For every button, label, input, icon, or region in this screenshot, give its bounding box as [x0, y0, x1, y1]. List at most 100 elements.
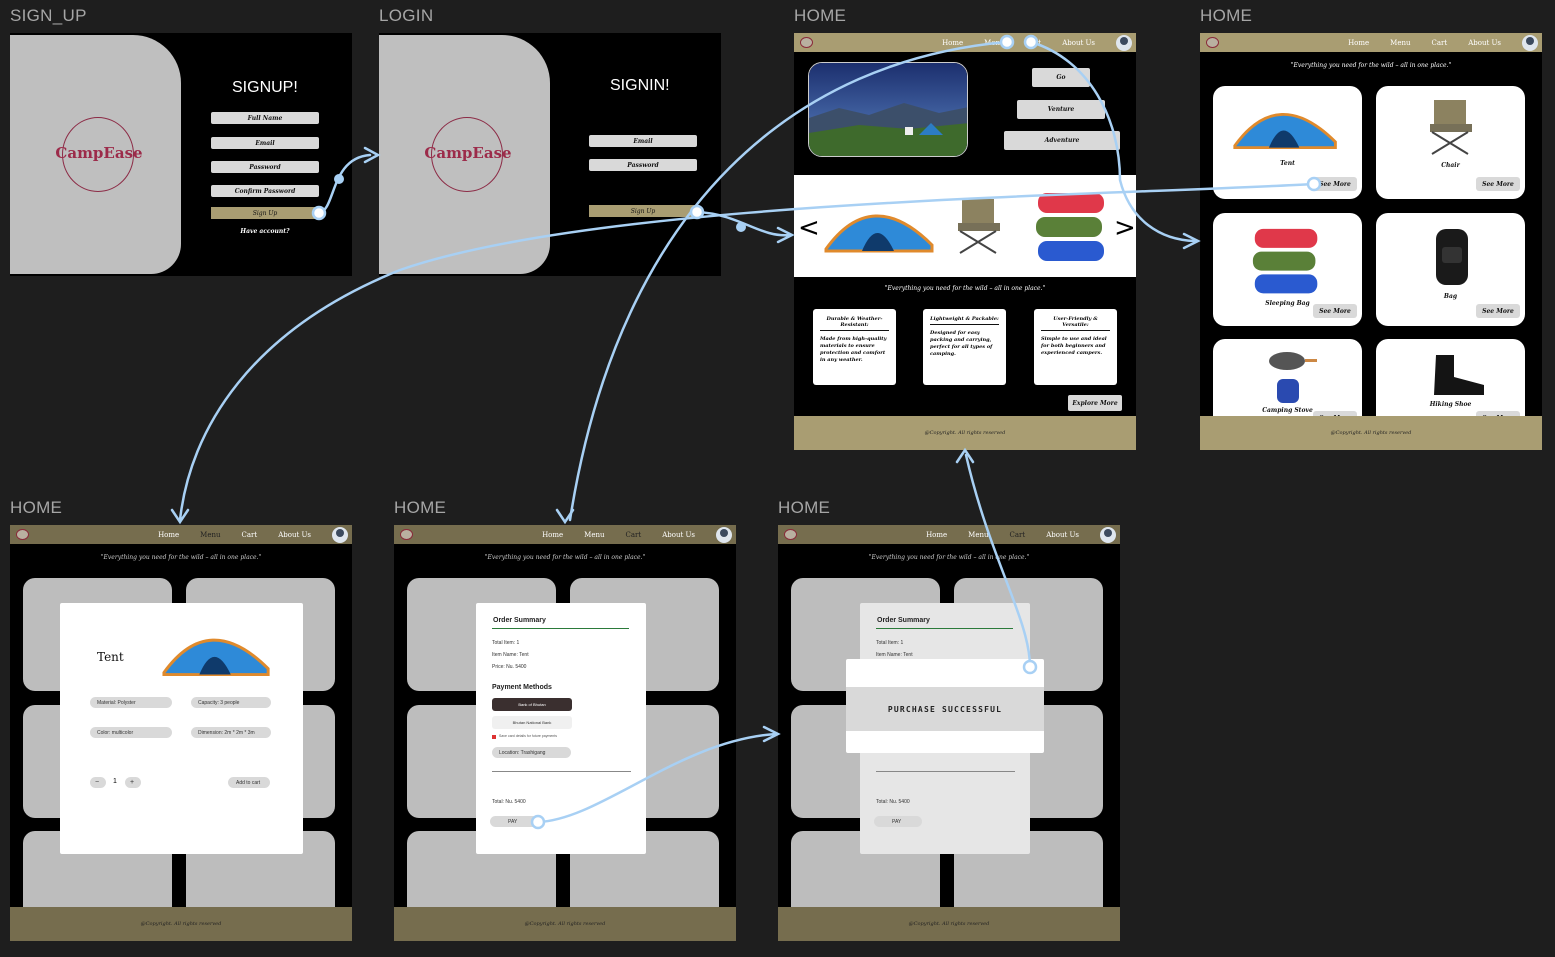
nav-home[interactable]: Home [158, 531, 179, 539]
nav-cart[interactable]: Cart [1432, 39, 1448, 47]
confirm-password-field[interactable]: Confirm Password [211, 185, 319, 197]
backpack-image [1436, 229, 1468, 285]
footer: @Copyright. All rights reserved [794, 416, 1136, 450]
frame-label-login: LOGIN [379, 6, 434, 25]
see-more-button[interactable]: See More [1313, 304, 1357, 318]
nav-logo [800, 37, 813, 48]
pay-button[interactable]: PAY [490, 816, 538, 827]
venture-button[interactable]: Venture [1017, 100, 1105, 119]
menu-quote: "Everything you need for the wild – all … [1290, 62, 1452, 69]
product-name: Chair [1441, 162, 1460, 169]
have-account-link[interactable]: Have account? [211, 228, 319, 235]
arrowhead [955, 447, 975, 464]
frame-label-home5: HOME [778, 498, 831, 517]
avatar[interactable] [716, 526, 732, 543]
nav-home[interactable]: Home [1348, 39, 1369, 47]
chevron-right-icon[interactable]: > [1114, 213, 1136, 243]
order-total: Total: Nu. 5400 [876, 799, 910, 805]
arrowhead [555, 508, 575, 525]
password-field[interactable]: Password [211, 161, 319, 173]
feature-body: Made from high-quality materials to ensu… [820, 336, 887, 363]
see-more-button[interactable]: See More [1313, 177, 1357, 191]
nav-about[interactable]: About Us [1046, 531, 1079, 539]
login-frame: CampEase SIGNIN! Email Password Sign Up [379, 33, 721, 276]
divider [492, 771, 631, 772]
frame-label-home2: HOME [1200, 6, 1253, 25]
home-menu-frame: Home Menu Cart About Us "Everything you … [1200, 33, 1542, 450]
signup-button[interactable]: Sign Up [211, 207, 319, 219]
pay-button[interactable]: PAY [874, 816, 922, 827]
nav-home[interactable]: Home [926, 531, 947, 539]
location-field[interactable]: Location: Trashigang [492, 747, 571, 758]
chair-image [958, 199, 1000, 254]
navbar: Home Menu Cart About Us [794, 33, 1136, 52]
save-card-checkbox[interactable] [492, 735, 496, 739]
footer: @Copyright. All rights reserved [1200, 416, 1542, 450]
nav-menu[interactable]: Menu [584, 531, 604, 539]
menu-quote: "Everything you need for the wild – all … [868, 554, 1030, 561]
sleeping-bag-image [1252, 228, 1318, 294]
product-card-sleeping-bag: Sleeping Bag See More [1213, 213, 1362, 326]
nav-menu[interactable]: Menu [984, 39, 1004, 47]
avatar[interactable] [1100, 526, 1116, 543]
frame-label-signup: SIGN_UP [10, 6, 87, 25]
item-name: Item Name: Tent [876, 652, 913, 658]
feature-title: Lightweight & Packable: [930, 316, 999, 325]
see-more-button[interactable]: See More [1476, 304, 1520, 318]
order-summary-modal: Order Summary Total Item: 1 Item Name: T… [476, 603, 646, 854]
tent-image [162, 638, 270, 677]
see-more-button[interactable]: See More [1476, 177, 1520, 191]
tent-image [824, 214, 934, 253]
payment-methods-title: Payment Methods [492, 684, 552, 691]
nav-cart[interactable]: Cart [1026, 39, 1042, 47]
fullname-field[interactable]: Full Name [211, 112, 319, 124]
nav-about[interactable]: About Us [278, 531, 311, 539]
email-field[interactable]: Email [211, 137, 319, 149]
spec-color: Color: multicolor [90, 727, 172, 738]
home-order-frame: Home Menu Cart About Us "Everything you … [394, 525, 736, 941]
nav-logo [784, 529, 797, 540]
avatar[interactable] [332, 526, 348, 543]
feature-body: Simple to use and ideal for both beginne… [1041, 336, 1107, 356]
feature-title: User-Friendly & Versatile: [1041, 316, 1110, 331]
home-product-modal-frame: Home Menu Cart About Us "Everything you … [10, 525, 352, 941]
shoe-image [1434, 355, 1484, 395]
arrowhead [363, 146, 381, 164]
qty-minus-button[interactable]: − [90, 777, 106, 788]
bank-option-selected[interactable]: Bank of Bhutan [492, 698, 572, 711]
divider [492, 628, 629, 629]
feature-body: Designed for easy packing and carrying, … [930, 330, 993, 357]
nav-about[interactable]: About Us [1468, 39, 1501, 47]
nav-cart[interactable]: Cart [242, 531, 258, 539]
nav-about[interactable]: About Us [1062, 39, 1095, 47]
total-items: Total Item: 1 [876, 640, 904, 646]
login-email-field[interactable]: Email [589, 135, 697, 147]
avatar[interactable] [1522, 34, 1538, 51]
nav-menu[interactable]: Menu [1390, 39, 1410, 47]
product-card-bag: Bag See More [1376, 213, 1525, 326]
adventure-button[interactable]: Adventure [1004, 131, 1120, 150]
login-button[interactable]: Sign Up [589, 205, 697, 217]
explore-more-button[interactable]: Explore More [1068, 395, 1122, 411]
nav-home[interactable]: Home [542, 531, 563, 539]
signup-frame: CampEase SIGNUP! Full Name Email Passwor… [10, 33, 352, 276]
add-to-cart-button[interactable]: Add to cart [228, 777, 270, 788]
login-password-field[interactable]: Password [589, 159, 697, 171]
nav-cart[interactable]: Cart [1010, 531, 1026, 539]
spec-capacity: Capacity: 3 people [191, 697, 271, 708]
nav-cart[interactable]: Cart [626, 531, 642, 539]
arrowhead [762, 725, 781, 743]
go-button[interactable]: Go [1032, 68, 1090, 87]
nav-home[interactable]: Home [942, 39, 963, 47]
nav-menu[interactable]: Menu [200, 531, 220, 539]
nav-about[interactable]: About Us [662, 531, 695, 539]
bank-option[interactable]: Bhutan National Bank [492, 716, 572, 729]
qty-plus-button[interactable]: + [125, 777, 141, 788]
nav-logo [16, 529, 29, 540]
chevron-left-icon[interactable]: < [798, 213, 820, 243]
nav-menu[interactable]: Menu [968, 531, 988, 539]
navbar: Home Menu Cart About Us [778, 525, 1120, 544]
brand-logo: CampEase [424, 144, 512, 162]
avatar[interactable] [1116, 34, 1132, 51]
product-name: Bag [1443, 293, 1458, 300]
